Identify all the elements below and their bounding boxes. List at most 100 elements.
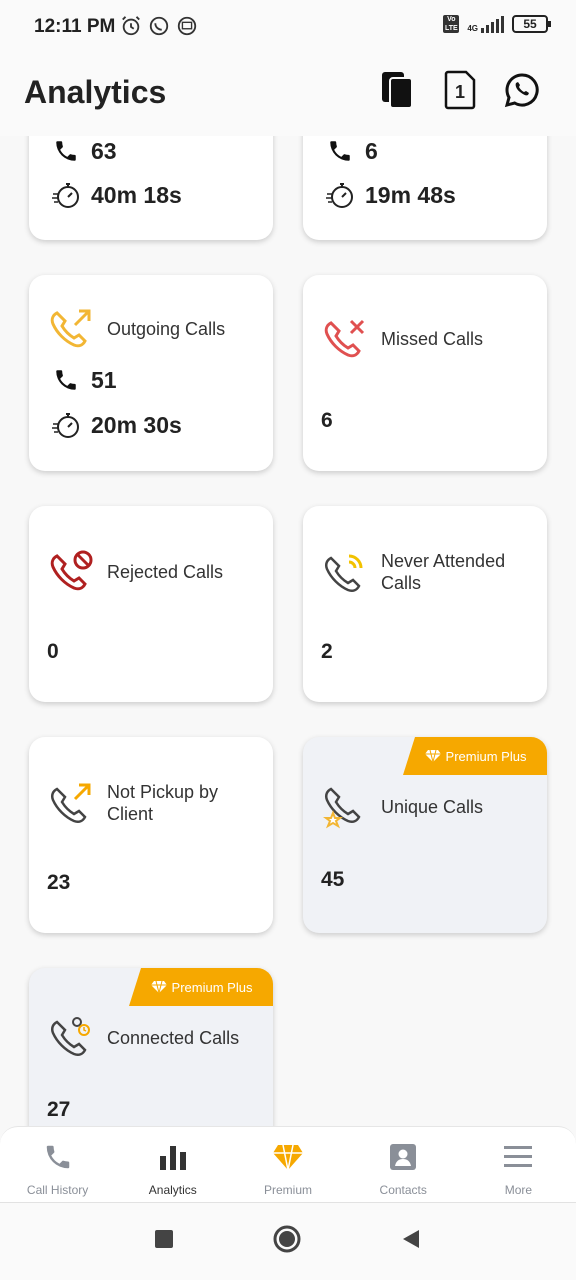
card-title: Unique Calls (381, 797, 484, 817)
premium-plus-badge: Premium Plus (403, 737, 547, 775)
diamond-icon (424, 749, 441, 763)
analytics-content: 63 40m 18s 6 19m 48s Outgoing Calls 51 2… (0, 136, 576, 1126)
card-connected-calls[interactable]: Premium Plus Connected Calls 27 (29, 968, 273, 1126)
duration-value: 20m 30s (91, 411, 182, 438)
card-not-pickup-calls[interactable]: Not Pickup by Client 23 (29, 737, 273, 933)
nav-label: Contacts (379, 1183, 427, 1197)
app-header: Analytics 1 (0, 56, 576, 136)
page-title: Analytics (24, 74, 167, 110)
phone-icon (51, 136, 81, 166)
nav-label: Premium (264, 1183, 313, 1197)
badge-label: Premium Plus (445, 748, 527, 764)
card-header: Rejected Calls (47, 548, 267, 596)
status-notification-icons (120, 15, 198, 37)
stat-row-duration: 40m 18s (51, 180, 182, 210)
badge-label: Premium Plus (171, 979, 253, 995)
duration-value: 19m 48s (365, 181, 456, 208)
card-header: Missed Calls (321, 315, 541, 363)
menu-icon (503, 1141, 533, 1173)
card-header: Outgoing Calls (47, 305, 267, 353)
status-system-icons: Vo LTE 4G 55 (443, 15, 551, 33)
back-button[interactable] (400, 1228, 422, 1255)
outgoing-call-icon (47, 779, 95, 827)
stat-row-calls: 6 (325, 136, 378, 166)
message-icon (177, 16, 197, 36)
card-value: 6 (321, 409, 333, 432)
card-value: 2 (321, 640, 333, 663)
card-incoming-calls[interactable]: 63 40m 18s (29, 136, 273, 240)
alarm-icon (122, 16, 140, 36)
unique-call-icon (321, 783, 369, 831)
status-time: 12:11 PM (34, 16, 116, 37)
card-title: Never Attended Calls (381, 551, 506, 593)
nav-item-call-history[interactable]: Call History (0, 1127, 115, 1202)
nav-item-more[interactable]: More (461, 1127, 576, 1202)
card-value: 45 (321, 868, 345, 891)
card-header: Unique Calls (321, 783, 541, 831)
card-header: Never Attended Calls (321, 548, 541, 596)
missed-call-icon (321, 315, 369, 363)
rejected-call-icon (47, 548, 95, 596)
sim-number: 1 (454, 81, 465, 102)
card-header: Connected Calls (47, 1014, 267, 1062)
connected-call-icon (47, 1014, 95, 1062)
phone-icon (51, 365, 81, 395)
diamond-icon (272, 1141, 304, 1173)
card-value: 23 (47, 871, 71, 894)
stopwatch-icon (51, 410, 81, 440)
nav-item-premium[interactable]: Premium (230, 1127, 345, 1202)
card-title: Missed Calls (381, 329, 484, 349)
card-never-attended-calls[interactable]: Never Attended Calls 2 (303, 506, 547, 702)
signal-icon: 4G (467, 15, 504, 33)
phone-icon (43, 1141, 73, 1173)
card-value: 0 (47, 640, 59, 663)
nav-label: More (504, 1183, 533, 1197)
system-navigation-bar (0, 1202, 576, 1280)
bar-chart-icon (158, 1141, 188, 1173)
battery-icon: 55 (512, 15, 551, 33)
nav-label: Call History (26, 1183, 89, 1197)
recents-button[interactable] (154, 1229, 174, 1254)
card-title: Connected Calls (107, 1028, 240, 1048)
home-button[interactable] (272, 1224, 302, 1259)
card-title: Rejected Calls (107, 562, 224, 582)
nav-item-contacts[interactable]: Contacts (346, 1127, 461, 1202)
stat-row-duration: 19m 48s (325, 180, 456, 210)
stat-row-calls: 51 (51, 365, 117, 395)
stat-row-calls: 63 (51, 136, 117, 166)
bottom-navigation: Call History Analytics Premium Contacts … (0, 1126, 576, 1202)
circle-icon (273, 1225, 301, 1253)
whatsapp-icon (504, 73, 539, 108)
premium-plus-badge: Premium Plus (129, 968, 273, 1006)
stopwatch-icon (51, 180, 81, 210)
copy-icon (382, 72, 413, 109)
outgoing-call-icon (47, 305, 95, 353)
whatsapp-button[interactable] (502, 70, 542, 110)
sim-select-button[interactable]: 1 (440, 70, 480, 110)
nav-label: Analytics (148, 1183, 197, 1197)
nav-item-analytics[interactable]: Analytics (115, 1127, 230, 1202)
stat-row-duration: 20m 30s (51, 410, 182, 440)
stopwatch-icon (325, 180, 355, 210)
card-rejected-calls[interactable]: Rejected Calls 0 (29, 506, 273, 702)
square-icon (155, 1230, 173, 1248)
calls-count: 63 (91, 137, 117, 164)
phone-icon (325, 136, 355, 166)
card-value: 27 (47, 1098, 71, 1121)
card-title: Not Pickup by Client (107, 782, 219, 824)
card-other-calls[interactable]: 6 19m 48s (303, 136, 547, 240)
contact-card-icon (388, 1141, 418, 1173)
calls-count: 51 (91, 366, 117, 393)
diamond-icon (150, 980, 167, 994)
back-triangle-icon (403, 1230, 419, 1248)
volte-badge: Vo LTE (443, 15, 460, 33)
calls-count: 6 (365, 137, 378, 164)
card-title: Outgoing Calls (107, 319, 226, 339)
header-actions: 1 (378, 70, 542, 110)
card-missed-calls[interactable]: Missed Calls 6 (303, 275, 547, 471)
card-unique-calls[interactable]: Premium Plus Unique Calls 45 (303, 737, 547, 933)
unanswered-call-icon (321, 548, 369, 596)
copy-button[interactable] (378, 70, 418, 110)
card-outgoing-calls[interactable]: Outgoing Calls 51 20m 30s (29, 275, 273, 471)
whatsapp-notification-icon (149, 16, 169, 36)
